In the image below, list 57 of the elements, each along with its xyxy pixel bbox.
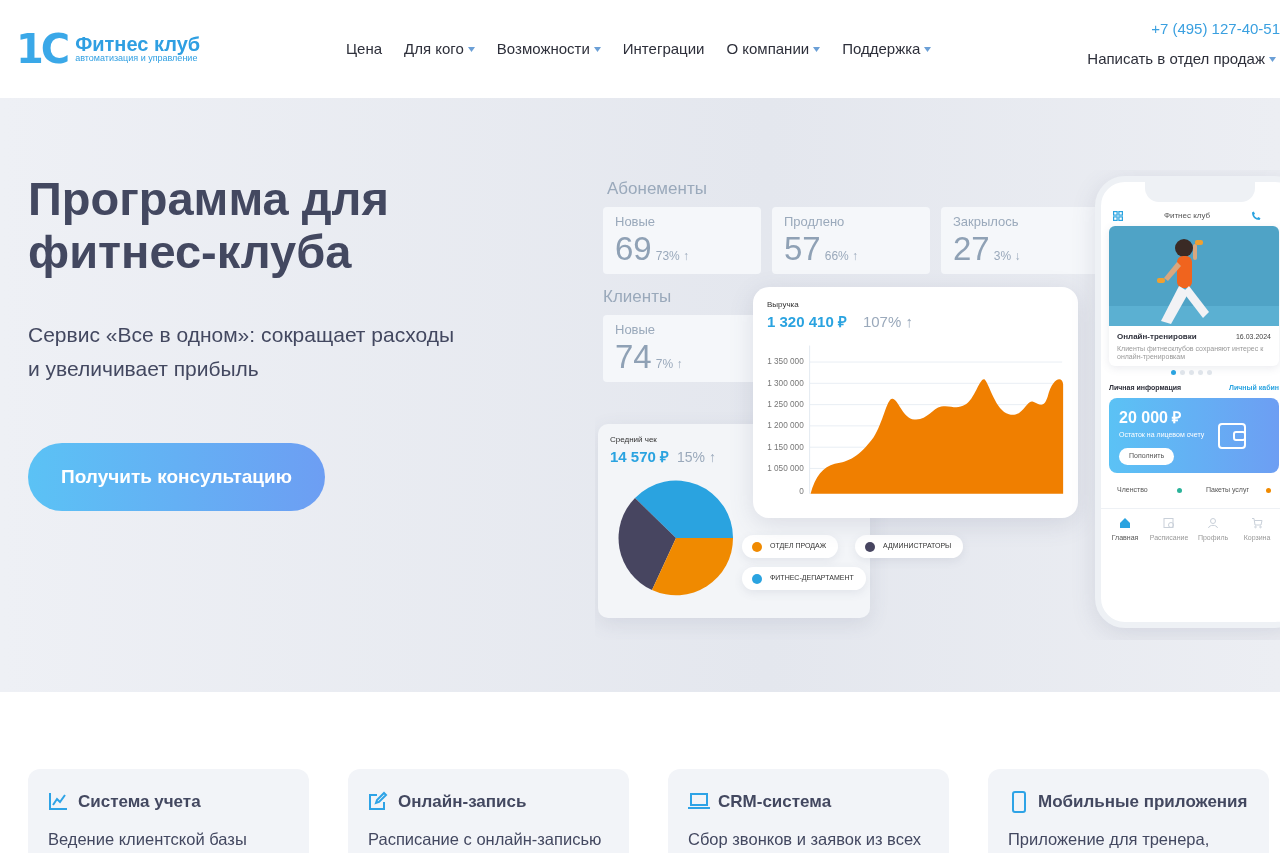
- amount: 1 320 410 ₽: [767, 312, 847, 332]
- nav-link[interactable]: Интеграции: [622, 37, 705, 61]
- section-title: Клиенты: [603, 286, 672, 308]
- feature-title: CRM-система: [718, 791, 832, 813]
- news-title: Онлайн-тренировки: [1117, 331, 1197, 343]
- stat-value: 27: [953, 232, 990, 265]
- feature-text: Расписание с онлайн-записью: [368, 828, 603, 850]
- grid-icon[interactable]: [1113, 211, 1123, 221]
- nav-link[interactable]: Цена: [346, 37, 383, 61]
- logo-name: Фитнес клуб: [75, 34, 201, 55]
- feature-text: Приложение для тренера,: [1008, 828, 1211, 850]
- nav-link[interactable]: Возможности: [496, 37, 601, 61]
- change: 15% ↑: [677, 447, 716, 467]
- feature-text: Ведение клиентской базы: [48, 828, 248, 850]
- nav-link[interactable]: О компании: [726, 37, 821, 61]
- card-title: Выручка: [767, 299, 800, 311]
- edit-icon: [368, 790, 390, 813]
- cart-icon: [1251, 516, 1263, 529]
- logo-tagline: автоматизация и управление: [75, 54, 198, 64]
- stat-value: 69: [615, 232, 652, 265]
- person-icon: [1207, 516, 1219, 529]
- balance-amount: 20 000 ₽: [1119, 407, 1183, 428]
- feature-text: Сбор звонков и заявок из всех: [688, 828, 922, 850]
- wallet-icon: [1217, 421, 1247, 450]
- hero-subtitle: Сервис «Все в одном»: сокращает расходы и увеличивает прибыль: [28, 322, 455, 382]
- carousel-dot[interactable]: [1180, 370, 1185, 376]
- hero-title: Программа для фитнес-клуба: [28, 172, 390, 279]
- feature-title: Онлайн-запись: [398, 791, 527, 813]
- stat-label: Продлено: [784, 215, 846, 228]
- feature-title: Мобильные приложения: [1038, 791, 1248, 813]
- chart-icon: [48, 790, 70, 813]
- home-icon: [1119, 516, 1131, 529]
- amount: 14 570 ₽: [610, 447, 670, 467]
- calendar-icon: [1163, 516, 1175, 529]
- contact-link[interactable]: Написать в отдел продаж: [1087, 48, 1276, 71]
- stat-label: Новые: [615, 215, 657, 228]
- nav-link[interactable]: Для кого: [404, 37, 475, 61]
- phone-icon[interactable]: [1251, 211, 1261, 221]
- change: 107% ↑: [862, 312, 913, 332]
- stat-change: 7% ↑: [655, 356, 683, 373]
- stat-change: 66% ↑: [824, 248, 859, 265]
- stat-label: Закрылось: [953, 215, 1020, 228]
- stat-change: 3% ↓: [993, 248, 1021, 265]
- stat-label: Новые: [615, 323, 657, 336]
- carousel-dot[interactable]: [1189, 370, 1194, 376]
- nav-link[interactable]: Поддержка: [842, 37, 932, 61]
- carousel-dot[interactable]: [1198, 370, 1203, 376]
- section-title: Абонементы: [607, 178, 707, 200]
- stat-value: 74: [615, 340, 652, 373]
- logo-mark: 1С: [16, 29, 68, 69]
- stat-value: 57: [784, 232, 821, 265]
- app-title: Фитнес клуб: [1163, 210, 1211, 222]
- stat-change: 73% ↑: [655, 248, 690, 265]
- carousel-dot[interactable]: [1207, 370, 1212, 376]
- card-title: Средний чек: [610, 434, 658, 446]
- carousel-dot[interactable]: [1171, 370, 1176, 376]
- feature-title: Система учета: [78, 791, 201, 813]
